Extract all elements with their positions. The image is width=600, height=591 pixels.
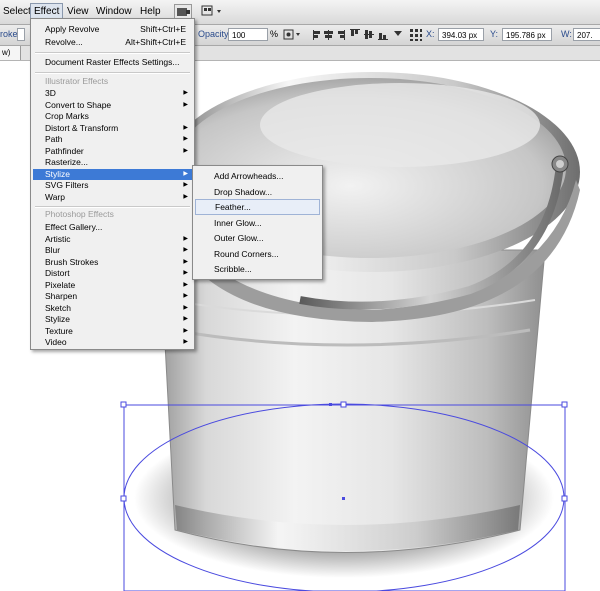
submenu-item-scribble[interactable]: Scribble... xyxy=(195,262,320,276)
menu-item-revolve[interactable]: Revolve... Alt+Shift+Ctrl+E xyxy=(33,37,192,48)
menu-item-video[interactable]: Video ▶ xyxy=(33,337,192,348)
menu-item-distort-transform[interactable]: Distort & Transform ▶ xyxy=(33,123,192,134)
menu-item-artistic[interactable]: Artistic ▶ xyxy=(33,234,192,245)
y-label: Y: xyxy=(490,29,499,39)
stylize-submenu: Add Arrowheads... Drop Shadow... Feather… xyxy=(192,165,323,280)
y-position-input[interactable]: 195.786 px xyxy=(502,28,552,41)
x-position-input[interactable]: 394.03 px xyxy=(438,28,484,41)
menu-item-path[interactable]: Path ▶ xyxy=(33,134,192,145)
menu-item-warp[interactable]: Warp ▶ xyxy=(33,192,192,203)
menu-item-document-raster-settings[interactable]: Document Raster Effects Settings... xyxy=(33,57,192,68)
menu-item-effect-gallery[interactable]: Effect Gallery... xyxy=(33,222,192,233)
menu-item-sketch[interactable]: Sketch ▶ xyxy=(33,303,192,314)
menu-item-rasterize[interactable]: Rasterize... xyxy=(33,157,192,168)
menu-select[interactable]: Select xyxy=(0,4,34,20)
menu-item-pathfinder[interactable]: Pathfinder ▶ xyxy=(33,146,192,157)
menu-item-sharpen[interactable]: Sharpen ▶ xyxy=(33,291,192,302)
submenu-item-outer-glow[interactable]: Outer Glow... xyxy=(195,231,320,245)
opacity-unit: % xyxy=(270,29,279,39)
stroke-weight-field[interactable] xyxy=(17,28,25,41)
menu-item-blur[interactable]: Blur ▶ xyxy=(33,245,192,256)
menu-item-pixelate[interactable]: Pixelate ▶ xyxy=(33,280,192,291)
menu-item-stylize-photoshop[interactable]: Stylize ▶ xyxy=(33,314,192,325)
reference-point-icon[interactable] xyxy=(409,28,423,42)
recolor-icon[interactable] xyxy=(283,29,303,41)
submenu-item-feather[interactable]: Feather... xyxy=(195,199,320,215)
menu-item-distort[interactable]: Distort ▶ xyxy=(33,268,192,279)
opacity-label: Opacity: xyxy=(198,29,232,39)
menu-separator xyxy=(35,52,190,54)
x-label: X: xyxy=(426,29,435,39)
menu-item-convert-to-shape[interactable]: Convert to Shape ▶ xyxy=(33,100,192,111)
menu-item-texture[interactable]: Texture ▶ xyxy=(33,326,192,337)
submenu-item-add-arrowheads[interactable]: Add Arrowheads... xyxy=(195,169,320,183)
submenu-item-round-corners[interactable]: Round Corners... xyxy=(195,247,320,261)
menu-item-3d[interactable]: 3D ▶ xyxy=(33,88,192,99)
width-input[interactable]: 207. xyxy=(573,28,600,41)
effect-menu: Apply Revolve Shift+Ctrl+E Revolve... Alt+… xyxy=(30,18,195,350)
section-header-photoshop-effects: Photoshop Effects xyxy=(45,209,114,219)
opacity-input[interactable]: 100 xyxy=(228,28,268,41)
menu-item-svg-filters[interactable]: SVG Filters ▶ xyxy=(33,180,192,191)
menu-item-stylize-illustrator[interactable]: Stylize ▶ xyxy=(33,168,192,180)
menu-separator xyxy=(35,206,190,208)
width-label: W: xyxy=(561,29,572,39)
menu-item-brush-strokes[interactable]: Brush Strokes ▶ xyxy=(33,257,192,268)
document-tab[interactable]: w) xyxy=(0,46,21,60)
menu-separator xyxy=(35,72,190,74)
align-icons[interactable] xyxy=(312,28,406,41)
bucket-inner-floor xyxy=(260,83,540,167)
section-header-illustrator-effects: Illustrator Effects xyxy=(45,76,109,86)
submenu-item-inner-glow[interactable]: Inner Glow... xyxy=(195,216,320,230)
submenu-item-drop-shadow[interactable]: Drop Shadow... xyxy=(195,185,320,199)
arrange-documents-icon[interactable] xyxy=(201,4,223,18)
menu-item-apply-revolve[interactable]: Apply Revolve Shift+Ctrl+E xyxy=(33,24,192,35)
menu-item-crop-marks[interactable]: Crop Marks xyxy=(33,111,192,122)
